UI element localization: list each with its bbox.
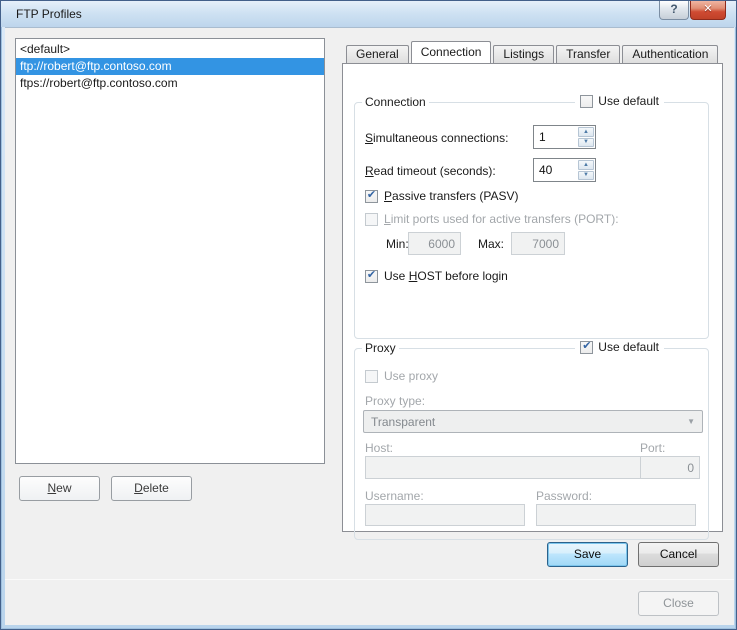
max-port-input: 7000 bbox=[511, 232, 565, 255]
proxy-group: Proxy ✔ Use default Use proxy Proxy type… bbox=[354, 348, 709, 540]
use-proxy-checkbox bbox=[365, 370, 378, 383]
connection-use-default-label: Use default bbox=[598, 94, 659, 108]
proxy-username-label: Username: bbox=[365, 489, 424, 503]
profile-list-item-ftps[interactable]: ftps://robert@ftp.contoso.com bbox=[16, 75, 324, 92]
close-button: Close bbox=[638, 591, 719, 616]
spin-down-button[interactable]: ▼ bbox=[578, 171, 594, 181]
spin-down-icon: ▼ bbox=[583, 139, 589, 145]
save-button[interactable]: Save bbox=[547, 542, 628, 567]
close-icon: ✕ bbox=[703, 3, 712, 15]
tab-listings[interactable]: Listings bbox=[493, 45, 554, 63]
use-proxy-row: Use proxy bbox=[365, 369, 438, 383]
spin-up-button[interactable]: ▲ bbox=[578, 160, 594, 170]
proxy-password-label: Password: bbox=[536, 489, 592, 503]
proxy-password-input bbox=[536, 504, 696, 526]
limit-ports-label: Limit ports used for active transfers (P… bbox=[384, 212, 619, 226]
passive-transfers-checkbox[interactable]: ✔ bbox=[365, 190, 378, 203]
connection-tab-panel: Connection Use default Simultaneous conn… bbox=[342, 63, 723, 532]
proxy-use-default-label: Use default bbox=[598, 340, 659, 354]
connection-group-title: Connection bbox=[362, 95, 429, 109]
dropdown-arrow-icon: ▼ bbox=[687, 417, 695, 426]
spin-up-icon: ▲ bbox=[583, 129, 589, 135]
read-timeout-value: 40 bbox=[534, 159, 577, 181]
spin-up-icon: ▲ bbox=[583, 162, 589, 168]
max-port-label: Max: bbox=[478, 237, 504, 251]
help-button[interactable]: ? bbox=[659, 1, 689, 20]
read-timeout-label: Read timeout (seconds): bbox=[365, 164, 496, 178]
profile-list-item-default[interactable]: <default> bbox=[16, 41, 324, 58]
proxy-type-label: Proxy type: bbox=[365, 394, 425, 408]
proxy-use-default[interactable]: ✔ Use default bbox=[575, 340, 664, 354]
check-icon: ✔ bbox=[582, 341, 591, 352]
window-title: FTP Profiles bbox=[16, 7, 82, 21]
spin-up-button[interactable]: ▲ bbox=[578, 127, 594, 137]
cancel-button[interactable]: Cancel bbox=[638, 542, 719, 567]
connection-group: Connection Use default Simultaneous conn… bbox=[354, 102, 709, 339]
proxy-port-label: Port: bbox=[640, 441, 665, 455]
profile-list-item-ftp[interactable]: ftp://robert@ftp.contoso.com bbox=[16, 58, 324, 75]
connection-use-default[interactable]: Use default bbox=[575, 94, 664, 108]
tab-connection[interactable]: Connection bbox=[411, 41, 492, 63]
read-timeout-input[interactable]: 40 ▲ ▼ bbox=[533, 158, 596, 182]
tab-strip: General Connection Listings Transfer Aut… bbox=[346, 41, 720, 63]
tab-general[interactable]: General bbox=[346, 45, 409, 63]
proxy-host-input bbox=[365, 456, 660, 479]
proxy-type-select: Transparent ▼ bbox=[363, 410, 703, 433]
check-icon: ✔ bbox=[367, 190, 376, 201]
passive-transfers-label: Passive transfers (PASV) bbox=[384, 189, 519, 203]
check-icon: ✔ bbox=[367, 270, 376, 281]
simultaneous-connections-label: Simultaneous connections: bbox=[365, 131, 508, 145]
limit-ports-checkbox bbox=[365, 213, 378, 226]
use-proxy-label: Use proxy bbox=[384, 369, 438, 383]
use-host-label: Use HOST before login bbox=[384, 269, 508, 283]
proxy-type-value: Transparent bbox=[371, 415, 435, 429]
limit-ports-row: Limit ports used for active transfers (P… bbox=[365, 212, 619, 226]
close-window-button[interactable]: ✕ bbox=[690, 1, 726, 20]
ftp-profiles-dialog: FTP Profiles ? ✕ <default> ftp://robert@… bbox=[0, 0, 737, 630]
use-host-checkbox[interactable]: ✔ bbox=[365, 270, 378, 283]
simultaneous-connections-input[interactable]: 1 ▲ ▼ bbox=[533, 125, 596, 149]
passive-transfers-row[interactable]: ✔ Passive transfers (PASV) bbox=[365, 189, 519, 203]
tab-authentication[interactable]: Authentication bbox=[622, 45, 718, 63]
proxy-group-title: Proxy bbox=[362, 341, 399, 355]
profile-list: <default> ftp://robert@ftp.contoso.com f… bbox=[15, 38, 325, 464]
min-port-input: 6000 bbox=[408, 232, 461, 255]
dialog-body: <default> ftp://robert@ftp.contoso.com f… bbox=[5, 27, 734, 625]
use-host-row[interactable]: ✔ Use HOST before login bbox=[365, 269, 508, 283]
min-port-label: Min: bbox=[386, 237, 409, 251]
new-button[interactable]: New bbox=[19, 476, 100, 501]
proxy-use-default-checkbox[interactable]: ✔ bbox=[580, 341, 593, 354]
spin-down-icon: ▼ bbox=[583, 172, 589, 178]
help-icon: ? bbox=[670, 2, 677, 16]
spin-down-button[interactable]: ▼ bbox=[578, 138, 594, 148]
connection-use-default-checkbox[interactable] bbox=[580, 95, 593, 108]
simultaneous-connections-value: 1 bbox=[534, 126, 577, 148]
proxy-host-label: Host: bbox=[365, 441, 393, 455]
tab-transfer[interactable]: Transfer bbox=[556, 45, 620, 63]
delete-button[interactable]: Delete bbox=[111, 476, 192, 501]
separator bbox=[5, 579, 734, 580]
proxy-port-input: 0 bbox=[640, 456, 700, 479]
proxy-username-input bbox=[365, 504, 525, 526]
titlebar[interactable]: FTP Profiles ? ✕ bbox=[1, 1, 736, 27]
